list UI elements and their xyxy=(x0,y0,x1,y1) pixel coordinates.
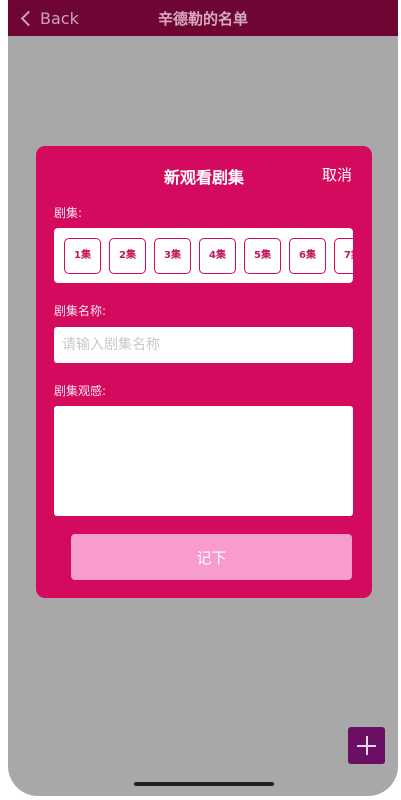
home-indicator xyxy=(134,782,274,786)
episodes-label: 剧集: xyxy=(54,206,83,220)
back-label: Back xyxy=(40,8,79,28)
episode-name-label: 剧集名称: xyxy=(54,304,107,318)
chevron-left-icon xyxy=(20,10,37,26)
new-episode-dialog: 新观看剧集 取消 剧集: 1集2集3集4集5集6集7集 剧集名称: 剧集观感: … xyxy=(36,146,372,598)
episode-chip[interactable]: 6集 xyxy=(289,238,326,274)
episode-review-label: 剧集观感: xyxy=(54,384,107,398)
episode-name-input[interactable] xyxy=(54,327,353,363)
back-button[interactable]: Back xyxy=(20,6,79,30)
add-button[interactable] xyxy=(348,727,385,764)
episode-review-textarea[interactable] xyxy=(54,406,353,516)
episode-chip[interactable]: 5集 xyxy=(244,238,281,274)
cancel-button[interactable]: 取消 xyxy=(322,164,352,185)
app-screen: Back 辛德勒的名单 新观看剧集 取消 剧集: 1集2集3集4集5集6集7集 … xyxy=(8,0,398,796)
episode-chip[interactable]: 7集 xyxy=(334,238,353,274)
episode-chip[interactable]: 3集 xyxy=(154,238,191,274)
episode-chip[interactable]: 2集 xyxy=(109,238,146,274)
navigation-bar: Back 辛德勒的名单 xyxy=(8,0,398,36)
episode-selector[interactable]: 1集2集3集4集5集6集7集 xyxy=(54,228,353,283)
submit-button[interactable]: 记下 xyxy=(71,534,352,580)
episode-chip[interactable]: 4集 xyxy=(199,238,236,274)
plus-icon-stroke xyxy=(366,736,368,755)
episode-chip[interactable]: 1集 xyxy=(64,238,101,274)
